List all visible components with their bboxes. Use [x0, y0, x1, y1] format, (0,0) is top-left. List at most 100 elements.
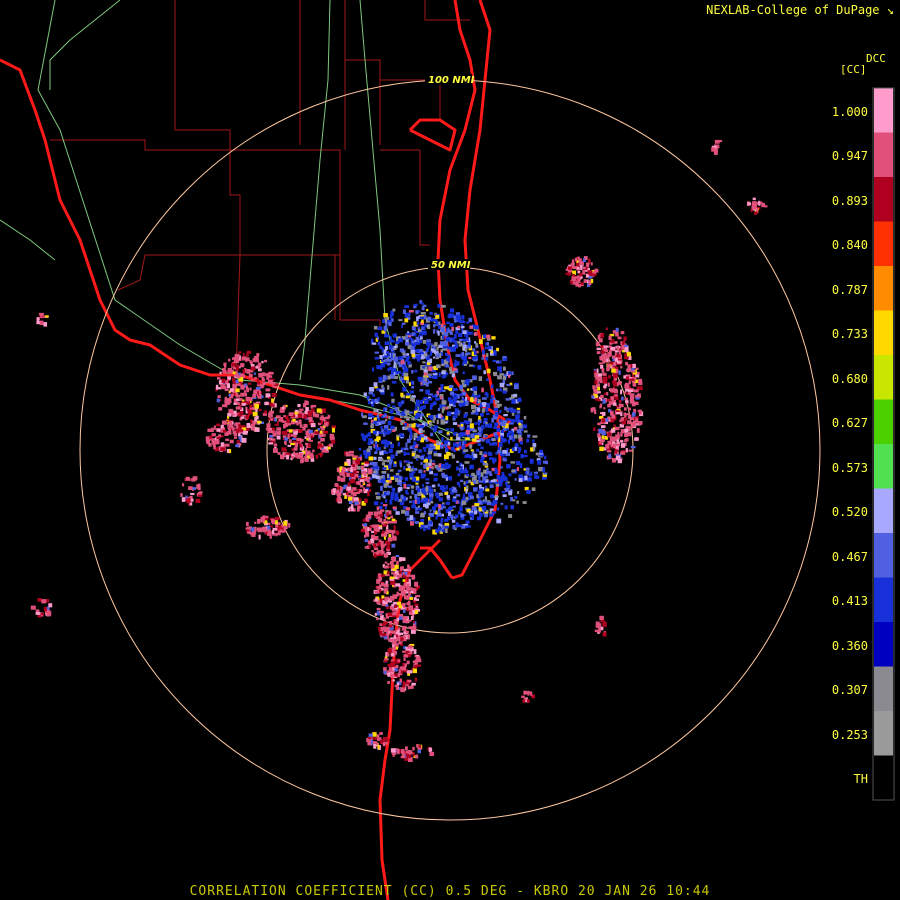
echo-pixel — [510, 461, 516, 464]
echo-pixel — [624, 344, 628, 347]
echo-pixel — [613, 373, 618, 379]
echo-pixel — [445, 509, 449, 514]
echo-pixel — [526, 438, 530, 443]
echo-pixel — [524, 475, 528, 481]
echo-pixel — [234, 388, 240, 393]
echo-pixel — [439, 485, 445, 491]
echo-pixel — [406, 333, 411, 336]
echo-pixel — [217, 395, 221, 399]
echo-pixel — [532, 435, 538, 438]
legend-label: 0.253 — [831, 727, 868, 742]
echo-pixel — [486, 501, 492, 506]
echo-pixel — [413, 321, 417, 327]
echo-pixel — [407, 634, 410, 639]
echo-pixel — [391, 518, 396, 522]
echo-pixel — [395, 583, 401, 587]
echo-pixel — [377, 412, 382, 415]
echo-pixel — [417, 488, 421, 493]
echo-pixel — [404, 305, 410, 309]
echo-pixel — [373, 547, 379, 551]
echo-pixel — [395, 646, 399, 650]
echo-pixel — [383, 483, 387, 488]
echo-pixel — [402, 481, 407, 484]
echo-pixel — [575, 283, 579, 287]
echo-pixel — [440, 419, 445, 425]
echo-pixel — [428, 415, 431, 418]
echo-pixel — [268, 442, 274, 445]
echo-pixel — [371, 550, 374, 553]
echo-pixel — [617, 361, 621, 364]
echo-pixel — [446, 447, 449, 452]
echo-pixel — [410, 616, 414, 620]
echo-pixel — [435, 515, 438, 520]
echo-pixel — [428, 374, 431, 378]
echo-pixel — [346, 492, 349, 495]
echo-pixel — [403, 484, 407, 489]
echo-pixel — [375, 443, 378, 449]
echo-pixel — [394, 604, 398, 608]
echo-pixel — [408, 578, 411, 583]
echo-pixel — [372, 732, 377, 737]
echo-pixel — [388, 448, 393, 454]
echo-pixel — [603, 407, 606, 410]
echo-pixel — [494, 422, 499, 427]
echo-pixel — [410, 590, 414, 594]
echo-pixel — [416, 458, 419, 461]
echo-pixel — [387, 485, 393, 488]
echo-pixel — [506, 418, 511, 421]
echo-pixel — [403, 367, 409, 373]
echo-pixel — [609, 350, 612, 353]
echo-pixel — [441, 474, 447, 479]
echo-pixel — [383, 408, 386, 412]
echo-pixel — [411, 340, 415, 344]
echo-pixel — [611, 428, 616, 433]
echo-pixel — [287, 422, 291, 426]
echo-pixel — [494, 495, 499, 498]
echo-pixel — [236, 401, 240, 404]
echo-pixel — [412, 668, 418, 674]
echo-pixel — [451, 412, 455, 415]
legend-swatch — [874, 310, 893, 356]
echo-pixel — [572, 266, 576, 269]
echo-pixel — [363, 523, 368, 527]
echo-pixel — [456, 447, 460, 451]
echo-pixel — [464, 454, 469, 458]
echo-pixel — [444, 454, 449, 460]
echo-pixel — [417, 747, 423, 750]
echo-pixel — [620, 413, 623, 417]
echo-pixel — [411, 504, 416, 509]
echo-pixel — [457, 424, 460, 427]
echo-pixel — [447, 314, 452, 317]
echo-pixel — [510, 419, 516, 423]
echo-pixel — [405, 341, 410, 346]
echo-pixel — [478, 484, 482, 488]
echo-pixel — [405, 359, 409, 362]
echo-pixel — [366, 484, 371, 487]
echo-pixel — [476, 470, 481, 476]
echo-pixel — [490, 398, 494, 404]
echo-pixel — [511, 371, 514, 376]
echo-pixel — [489, 508, 494, 511]
echo-pixel — [603, 376, 608, 381]
echo-pixel — [380, 574, 385, 577]
echo-pixel — [574, 257, 578, 262]
echo-pixel — [506, 384, 511, 387]
echo-pixel — [393, 574, 397, 577]
echo-pixel — [632, 363, 636, 369]
echo-pixel — [482, 349, 486, 355]
echo-pixel — [611, 355, 616, 359]
echo-pixel — [422, 366, 425, 369]
echo-pixel — [584, 279, 587, 283]
echo-pixel — [407, 566, 411, 571]
echo-pixel — [608, 335, 612, 341]
legend-swatch — [874, 488, 893, 534]
echo-pixel — [373, 456, 377, 460]
echo-pixel — [442, 506, 447, 509]
echo-pixel — [383, 536, 386, 540]
echo-pixel — [320, 415, 324, 420]
echo-pixel — [587, 280, 592, 283]
echo-pixel — [422, 304, 427, 307]
echo-pixel — [409, 515, 414, 521]
echo-pixel — [408, 310, 414, 313]
echo-pixel — [615, 327, 619, 332]
